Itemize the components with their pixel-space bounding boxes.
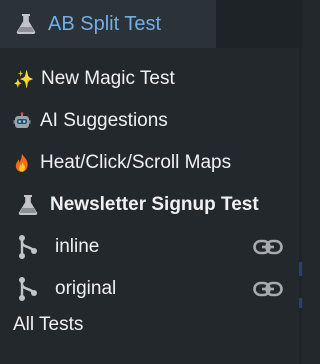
variant-item-original[interactable]: original <box>0 268 299 310</box>
variant-label: inline <box>55 236 100 257</box>
right-edge-accent <box>299 298 302 308</box>
right-edge-strip <box>299 48 302 364</box>
right-edge-accent <box>299 262 302 276</box>
submenu: ✨ New Magic Test AI Suggestions Heat/Cli… <box>0 58 299 340</box>
menu-item-ai-suggestions[interactable]: AI Suggestions <box>0 100 299 142</box>
robot-icon <box>13 112 31 128</box>
branch-icon <box>19 277 37 301</box>
current-test-item[interactable]: Newsletter Signup Test <box>0 184 299 226</box>
branch-icon <box>19 235 37 259</box>
variant-item-inline[interactable]: inline <box>0 226 299 268</box>
menu-item-label: New Magic Test <box>41 68 175 89</box>
flask-icon <box>18 195 38 215</box>
menu-item-label: All Tests <box>13 314 84 335</box>
header-filler <box>216 0 302 48</box>
plugin-header[interactable]: AB Split Test <box>0 0 216 48</box>
menu-item-all-tests[interactable]: All Tests <box>0 310 299 340</box>
link-icon[interactable] <box>253 280 283 298</box>
current-test-label: Newsletter Signup Test <box>50 194 259 215</box>
menu-item-new-magic-test[interactable]: ✨ New Magic Test <box>0 58 299 100</box>
flask-icon <box>16 14 36 34</box>
variant-label: original <box>55 278 117 299</box>
menu-item-heat-maps[interactable]: Heat/Click/Scroll Maps <box>0 142 299 184</box>
sparkles-icon: ✨ <box>13 69 35 89</box>
link-icon[interactable] <box>253 238 283 256</box>
plugin-title: AB Split Test <box>48 12 162 35</box>
fire-icon <box>15 153 28 172</box>
menu-item-label: AI Suggestions <box>40 110 168 131</box>
admin-menu-panel: AB Split Test ✨ New Magic Test AI Sugges… <box>0 0 302 364</box>
menu-item-label: Heat/Click/Scroll Maps <box>40 152 232 173</box>
